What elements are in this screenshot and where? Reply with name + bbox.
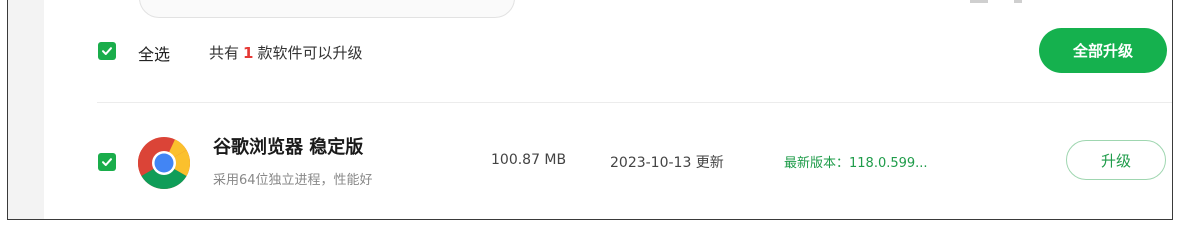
- search-box[interactable]: [139, 0, 515, 18]
- app-description: 采用64位独立进程，性能好: [213, 173, 373, 188]
- toolbar-fragment: [1014, 0, 1022, 3]
- check-icon: [102, 158, 112, 166]
- update-panel: 全选 共有 1 款软件可以升级 全部升级 谷歌浏览器 稳定版 采用64位独立进程，性…: [7, 0, 1173, 220]
- select-all-label[interactable]: 全选: [138, 41, 170, 65]
- check-icon: [102, 47, 112, 55]
- upgrade-count: 1: [243, 44, 254, 62]
- toolbar-fragment: [970, 0, 988, 3]
- upgrade-button[interactable]: 升级: [1066, 140, 1166, 180]
- summary-prefix: 共有: [209, 44, 240, 62]
- chrome-icon: [137, 137, 191, 189]
- app-update-date: 2023-10-13 更新: [610, 155, 724, 171]
- upgrade-summary: 共有 1 款软件可以升级: [209, 42, 362, 63]
- upgrade-all-button[interactable]: 全部升级: [1039, 28, 1167, 73]
- summary-suffix: 款软件可以升级: [257, 44, 363, 62]
- select-all-checkbox[interactable]: [98, 42, 116, 60]
- divider: [97, 102, 1172, 103]
- app-latest-version: 最新版本：118.0.599...: [784, 156, 928, 171]
- app-checkbox[interactable]: [98, 153, 116, 171]
- app-name[interactable]: 谷歌浏览器 稳定版: [213, 133, 363, 159]
- app-size: 100.87 MB: [491, 152, 567, 168]
- left-gutter: [8, 0, 44, 219]
